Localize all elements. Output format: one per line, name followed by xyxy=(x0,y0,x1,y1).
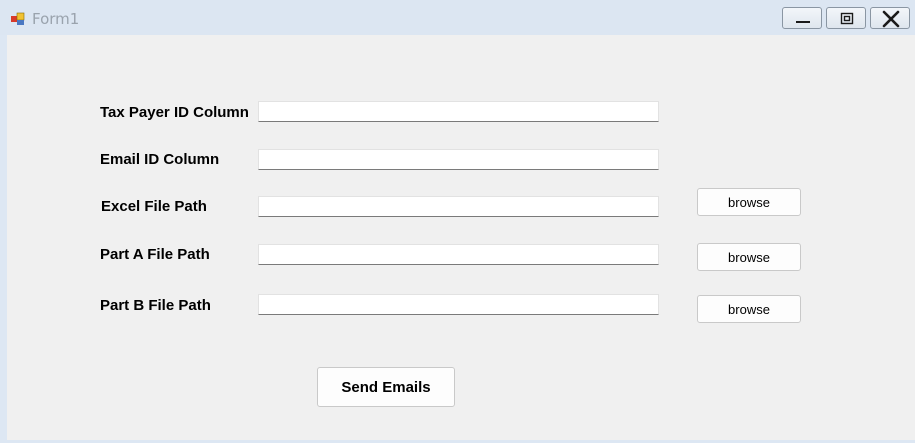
send-emails-button[interactable]: Send Emails xyxy=(317,367,455,407)
browse-excel-button[interactable]: browse xyxy=(697,188,801,216)
title-bar[interactable]: Form1 xyxy=(0,0,915,35)
browse-part-b-button[interactable]: browse xyxy=(697,295,801,323)
part-b-file-path-label: Part B File Path xyxy=(100,297,211,314)
maximize-button[interactable] xyxy=(826,7,866,29)
excel-file-path-input[interactable] xyxy=(258,196,659,217)
window-title: Form1 xyxy=(32,10,80,28)
excel-file-path-label: Excel File Path xyxy=(101,198,207,215)
maximize-icon xyxy=(840,12,854,25)
email-id-label: Email ID Column xyxy=(100,151,220,168)
form1-window: Form1 Tax Payer ID Column Email ID Colum… xyxy=(0,0,915,443)
close-button[interactable] xyxy=(870,7,910,29)
part-a-file-path-label: Part A File Path xyxy=(100,246,210,263)
part-a-file-path-input[interactable] xyxy=(258,244,659,265)
minimize-icon xyxy=(796,21,810,23)
app-form-icon xyxy=(11,12,25,25)
minimize-button[interactable] xyxy=(782,7,822,29)
tax-payer-id-label: Tax Payer ID Column xyxy=(100,104,249,121)
tax-payer-id-input[interactable] xyxy=(258,101,659,122)
email-id-input[interactable] xyxy=(258,149,659,170)
browse-part-a-button[interactable]: browse xyxy=(697,243,801,271)
close-icon xyxy=(882,10,900,28)
part-b-file-path-input[interactable] xyxy=(258,294,659,315)
form-client-area: Tax Payer ID Column Email ID Column Exce… xyxy=(7,35,915,440)
